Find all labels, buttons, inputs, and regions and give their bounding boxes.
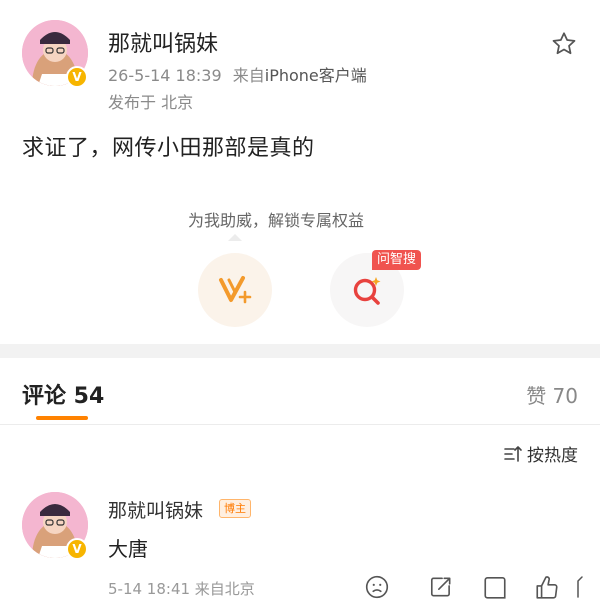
sort-button[interactable]: 按热度 [503,441,578,466]
support-pointer [228,234,242,241]
search-ai-icon [353,277,381,305]
like-button[interactable] [534,574,560,600]
post-time: 26-5-14 18:39 [108,66,222,85]
comment-icon [484,576,506,599]
post-device[interactable]: iPhone客户端 [265,66,367,85]
share-button[interactable] [428,574,454,600]
star-icon [552,32,576,55]
tab-active-indicator [36,416,88,420]
support-prompt: 为我助威，解锁专属权益 [187,211,364,230]
more-icon [577,576,583,598]
post-meta: 26-5-14 18:39 来自iPhone客户端 [108,62,367,86]
comment-button[interactable] [482,574,508,600]
more-button[interactable] [572,574,594,600]
comment-verified-badge-icon: V [66,538,88,560]
sort-icon [504,445,522,462]
like-icon [536,576,558,599]
section-divider [0,344,600,358]
ask-ai-badge[interactable]: 问智搜 [372,250,422,270]
verified-badge-icon: V [66,66,88,88]
face-icon [365,575,389,599]
tab-comments[interactable]: 评论 54 [22,378,104,410]
vplus-icon [219,276,252,304]
blogger-badge: 博主 [219,499,251,518]
vplus-button[interactable] [198,253,272,327]
sort-label: 按热度 [527,446,578,466]
post-author-name[interactable]: 那就叫锅妹 [108,26,218,58]
comment-text: 大唐 [108,537,148,561]
tab-divider [0,424,600,425]
comment-author-name[interactable]: 那就叫锅妹 [108,496,203,523]
tab-likes[interactable]: 赞 70 [526,380,578,409]
post-body-text: 求证了，网传小田那部是真的 [22,136,315,161]
favorite-button[interactable] [550,30,578,58]
comment-meta: 5-14 18:41 来自北京 [108,580,255,598]
post-location: 发布于 北京 [108,93,194,112]
reaction-button[interactable] [364,574,390,600]
post-source-prefix: 来自 [232,66,265,85]
share-icon [430,577,451,597]
